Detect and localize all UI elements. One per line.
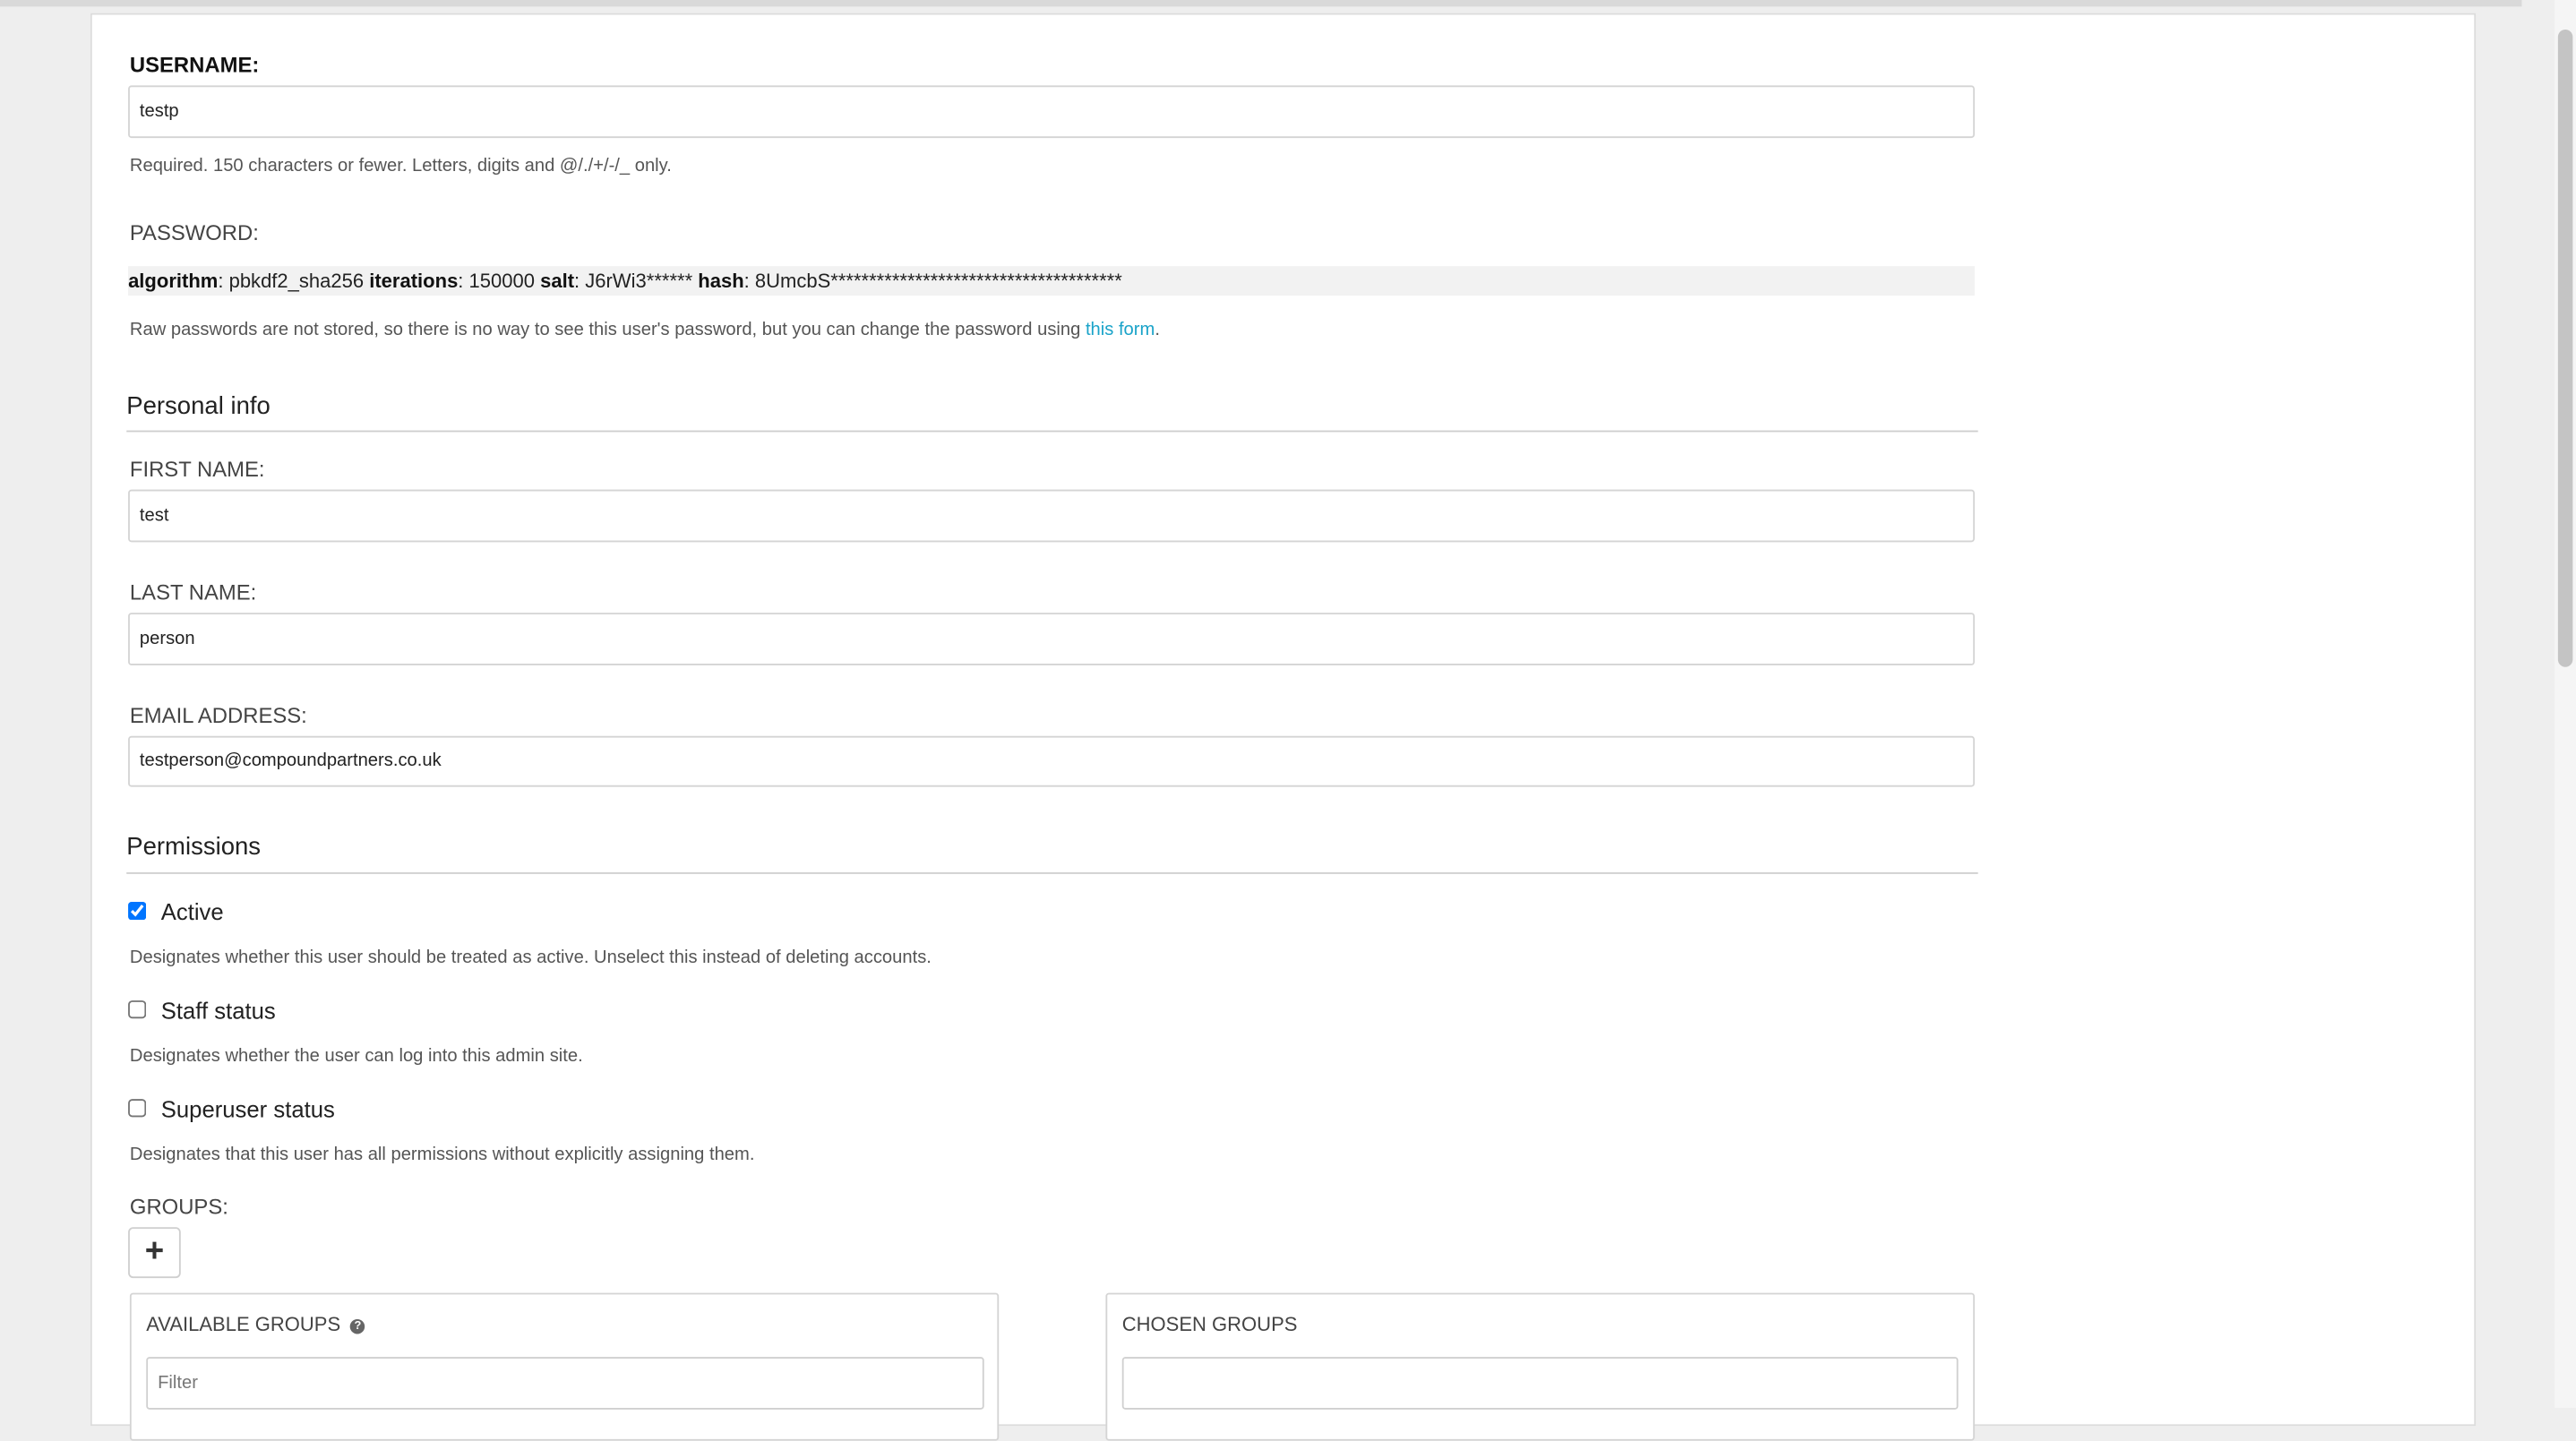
email-input[interactable]: testperson@compoundpartners.co.uk — [128, 735, 1975, 787]
personal-info-divider — [126, 430, 1979, 433]
available-groups-title: AVAILABLE GROUPS — [146, 1312, 341, 1336]
change-password-link[interactable]: this form — [1086, 321, 1155, 340]
staff-status-checkbox[interactable] — [128, 1000, 147, 1019]
salt-value: : J6rWi3****** — [574, 269, 699, 293]
scrollbar-thumb[interactable] — [2557, 30, 2573, 667]
personal-info-heading: Personal info — [126, 392, 270, 421]
active-help: Designates whether this user should be t… — [129, 948, 932, 968]
username-label: USERNAME: — [129, 52, 260, 78]
superuser-status-label[interactable]: Superuser status — [161, 1095, 335, 1121]
available-groups-heading: AVAILABLE GROUPS? — [146, 1312, 365, 1336]
staff-status-label[interactable]: Staff status — [161, 997, 276, 1023]
groups-label: GROUPS: — [129, 1194, 228, 1220]
password-label: PASSWORD: — [129, 219, 259, 245]
top-border — [0, 0, 2522, 7]
email-label: EMAIL ADDRESS: — [129, 703, 307, 728]
password-help-text: Raw passwords are not stored, so there i… — [129, 320, 1086, 340]
chosen-groups-title: CHOSEN GROUPS — [1121, 1312, 1298, 1336]
chosen-groups-box: CHOSEN GROUPS — [1105, 1292, 1975, 1441]
superuser-status-help: Designates that this user has all permis… — [129, 1145, 755, 1165]
last-name-label: LAST NAME: — [129, 579, 257, 605]
password-help: Raw passwords are not stored, so there i… — [130, 321, 1160, 340]
available-groups-box: AVAILABLE GROUPS? Filter — [129, 1292, 1000, 1441]
page: USERNAME: testp Required. 150 characters… — [0, 0, 2576, 1441]
permissions-divider — [126, 872, 1979, 874]
permissions-heading: Permissions — [126, 832, 262, 862]
add-group-button[interactable]: + — [128, 1227, 181, 1279]
help-icon[interactable]: ? — [350, 1318, 365, 1334]
staff-status-help: Designates whether the user can log into… — [129, 1046, 583, 1067]
iterations-label: iterations — [369, 269, 459, 293]
hash-value: : 8UmcbS********************************… — [743, 269, 1122, 293]
password-hash-summary: algorithm: pbkdf2_sha256 iterations: 150… — [128, 266, 1975, 296]
active-checkbox[interactable] — [128, 902, 147, 921]
first-name-label: FIRST NAME: — [129, 456, 265, 482]
algorithm-value: : pbkdf2_sha256 — [218, 269, 370, 293]
last-name-input[interactable]: person — [128, 613, 1975, 665]
chosen-groups-select[interactable] — [1121, 1357, 1959, 1410]
iterations-value: : 150000 — [458, 269, 541, 293]
active-label[interactable]: Active — [161, 898, 224, 924]
username-input[interactable]: testp — [128, 85, 1975, 139]
available-groups-filter-input[interactable]: Filter — [146, 1357, 984, 1410]
first-name-input[interactable]: test — [128, 489, 1975, 543]
salt-label: salt — [540, 269, 575, 293]
username-help: Required. 150 characters or fewer. Lette… — [129, 156, 672, 176]
form-card — [90, 13, 2477, 1427]
hash-label: hash — [698, 269, 744, 293]
password-help-suffix: . — [1155, 320, 1160, 340]
superuser-status-checkbox[interactable] — [128, 1099, 147, 1118]
algorithm-label: algorithm — [128, 269, 219, 293]
